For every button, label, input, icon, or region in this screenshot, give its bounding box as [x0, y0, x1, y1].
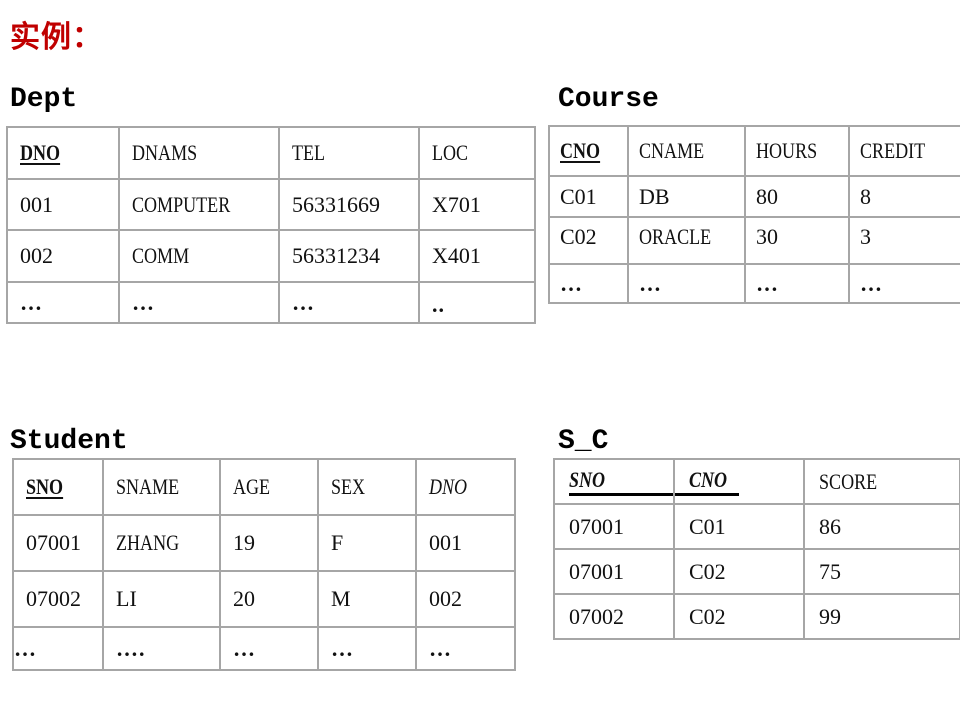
table-cell: .. [418, 281, 536, 324]
table-cell: X401 [418, 229, 536, 283]
table-cell: …. [102, 626, 221, 671]
course-table: CNO CNAME HOURS CREDIT C01 DB 80 8 C02 O… [548, 125, 960, 304]
table-cell: 20 [219, 570, 319, 628]
composite-key-label: CNO [676, 467, 739, 496]
column-header: DNO [6, 126, 120, 180]
composite-key-label: SNO [569, 467, 672, 496]
foreign-key-label: DNO [429, 474, 468, 499]
table-row: 07001 C02 75 [553, 548, 960, 595]
column-header: TEL [278, 126, 420, 180]
table-cell: 8 [848, 175, 960, 218]
table-cell: … [317, 626, 417, 671]
table-row: … …. … … … [12, 626, 516, 671]
table-cell: C01 [548, 175, 629, 218]
column-header: SNAME [102, 458, 221, 516]
table-cell: … [118, 281, 280, 324]
table-cell: … [548, 263, 629, 304]
table-cell: … [627, 263, 746, 304]
column-header: CNO [673, 458, 805, 505]
table-cell: … [744, 263, 850, 304]
table-cell: 30 [744, 216, 850, 265]
table-cell: … [6, 281, 120, 324]
column-header: SCORE [803, 458, 960, 505]
table-row: 002 COMM 56331234 X401 [6, 229, 536, 283]
table-cell: 002 [6, 229, 120, 283]
table-cell: 001 [415, 514, 516, 572]
table-cell: 07001 [553, 503, 675, 550]
column-header: CNAME [627, 125, 746, 177]
table-cell: 56331234 [278, 229, 420, 283]
table-header-row: CNO CNAME HOURS CREDIT [548, 125, 960, 177]
table-cell: C02 [673, 593, 805, 640]
primary-key-label: SNO [26, 474, 64, 499]
student-table-title: Student [10, 426, 128, 457]
table-cell: 80 [744, 175, 850, 218]
table-cell: DB [627, 175, 746, 218]
table-header-row: SNO CNO SCORE [553, 458, 960, 505]
table-cell: 75 [803, 548, 960, 595]
student-table: SNO SNAME AGE SEX DNO 07001 ZHANG 19 F 0… [12, 458, 516, 671]
column-header: CREDIT [848, 125, 960, 177]
sc-table: SNO CNO SCORE 07001 C01 86 07001 C02 75 … [553, 458, 960, 640]
dept-table-title: Dept [10, 84, 78, 115]
table-cell: COMM [118, 229, 280, 283]
column-header: SEX [317, 458, 417, 516]
table-row: 07002 LI 20 M 002 [12, 570, 516, 628]
table-cell: C02 [548, 216, 629, 265]
column-header: CNO [548, 125, 629, 177]
table-cell: COMPUTER [118, 178, 280, 231]
column-header: SNO [12, 458, 104, 516]
page-title: 实例： [10, 20, 103, 55]
table-cell: … [278, 281, 420, 324]
table-row: 07001 ZHANG 19 F 001 [12, 514, 516, 572]
table-cell: 07002 [553, 593, 675, 640]
table-cell: … [219, 626, 319, 671]
column-header: DNAMS [118, 126, 280, 180]
table-cell: ORACLE [627, 216, 746, 265]
table-cell: M [317, 570, 417, 628]
table-row: C01 DB 80 8 [548, 175, 960, 218]
table-cell: 07001 [12, 514, 104, 572]
table-cell: C02 [673, 548, 805, 595]
table-cell: … [415, 626, 516, 671]
table-cell: … [12, 626, 104, 671]
table-cell: 07002 [12, 570, 104, 628]
course-table-title: Course [558, 84, 659, 115]
table-cell: 86 [803, 503, 960, 550]
primary-key-label: CNO [560, 138, 601, 163]
table-row: 001 COMPUTER 56331669 X701 [6, 178, 536, 231]
dept-table: DNO DNAMS TEL LOC 001 COMPUTER 56331669 … [6, 126, 536, 324]
table-cell: 001 [6, 178, 120, 231]
table-row: … … … … [548, 263, 960, 304]
table-cell: X701 [418, 178, 536, 231]
table-row: C02 ORACLE 30 3 [548, 216, 960, 265]
column-header: HOURS [744, 125, 850, 177]
column-header: SNO [553, 458, 675, 505]
table-cell: 56331669 [278, 178, 420, 231]
table-cell: ZHANG [102, 514, 221, 572]
primary-key-label: DNO [20, 140, 61, 165]
table-header-row: DNO DNAMS TEL LOC [6, 126, 536, 180]
table-row: … … … .. [6, 281, 536, 324]
table-cell: 99 [803, 593, 960, 640]
table-cell: 07001 [553, 548, 675, 595]
table-cell: 3 [848, 216, 960, 265]
table-header-row: SNO SNAME AGE SEX DNO [12, 458, 516, 516]
sc-table-title: S_C [558, 426, 609, 457]
table-cell: F [317, 514, 417, 572]
table-cell: … [848, 263, 960, 304]
table-row: 07001 C01 86 [553, 503, 960, 550]
table-row: 07002 C02 99 [553, 593, 960, 640]
column-header: AGE [219, 458, 319, 516]
column-header: LOC [418, 126, 536, 180]
column-header: DNO [415, 458, 516, 516]
table-cell: LI [102, 570, 221, 628]
table-cell: 19 [219, 514, 319, 572]
table-cell: 002 [415, 570, 516, 628]
table-cell: C01 [673, 503, 805, 550]
